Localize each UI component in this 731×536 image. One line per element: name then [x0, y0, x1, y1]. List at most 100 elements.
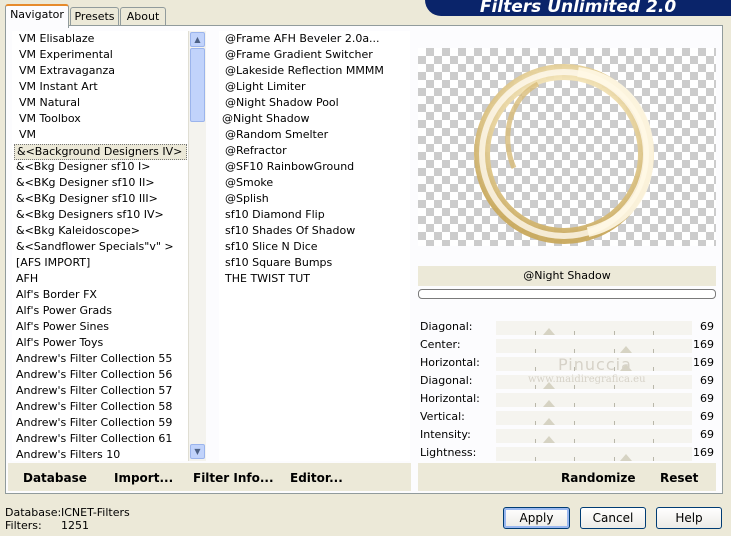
golden-ring-preview [474, 64, 654, 244]
slider-thumb[interactable] [543, 328, 556, 335]
category-item[interactable]: Andrew's Filters 10 [12, 447, 188, 461]
category-item[interactable]: VM Extravaganza [12, 63, 188, 79]
filter-item[interactable]: @Light Limiter [219, 79, 410, 95]
slider-tick [535, 385, 537, 389]
filter-label: sf10 Diamond Flip [225, 208, 325, 221]
category-label: &<Bkg Designer sf10 I> [16, 160, 151, 173]
filter-preview-image [418, 48, 716, 246]
slider-row[interactable]: Center: 169 [418, 337, 716, 355]
filter-item[interactable]: @Frame AFH Beveler 2.0a... [219, 31, 410, 47]
slider-track[interactable] [496, 429, 692, 443]
filter-item[interactable]: @Night Shadow [219, 111, 410, 127]
filter-item[interactable]: sf10 Shades Of Shadow [219, 223, 410, 239]
cancel-button[interactable]: Cancel [580, 507, 646, 529]
slider-thumb[interactable] [543, 400, 556, 407]
slider-tick [613, 331, 615, 335]
category-label: Alf's Power Sines [16, 320, 109, 333]
slider-tick [613, 439, 615, 443]
slider-thumb[interactable] [619, 346, 632, 353]
category-label: &<BKg Designer sf10 II> [16, 176, 155, 189]
category-label: Andrew's Filters 10 [16, 448, 121, 461]
category-item[interactable]: Andrew's Filter Collection 57 [12, 383, 188, 399]
category-label: VM Extravaganza [19, 64, 116, 77]
filter-item[interactable]: @Refractor [219, 143, 410, 159]
category-item[interactable]: VM Toolbox [12, 111, 188, 127]
editor-button[interactable]: Editor... [290, 471, 343, 485]
filter-item[interactable]: sf10 Square Bumps [219, 255, 410, 271]
category-list[interactable]: VM Elisablaze VM Experimental VM Extravaga… [12, 31, 188, 461]
category-item[interactable]: VM Experimental [12, 47, 188, 63]
slider-track[interactable] [496, 411, 692, 425]
filter-item[interactable]: sf10 Diamond Flip [219, 207, 410, 223]
slider-track[interactable] [496, 447, 692, 461]
category-item[interactable]: VM [12, 127, 188, 143]
slider-track[interactable] [496, 339, 692, 353]
category-item[interactable]: Alf's Border FX [12, 287, 188, 303]
category-item[interactable]: &<Bkg Designer sf10 I> [12, 159, 188, 175]
category-item[interactable]: AFH [12, 271, 188, 287]
slider-track[interactable] [496, 393, 692, 407]
category-item[interactable]: Andrew's Filter Collection 55 [12, 351, 188, 367]
category-item[interactable]: [AFS IMPORT] [12, 255, 188, 271]
filter-item[interactable]: @Smoke [219, 175, 410, 191]
category-label: &<Sandflower Specials"v" > [16, 240, 174, 253]
category-item[interactable]: Alf's Power Sines [12, 319, 188, 335]
category-item[interactable]: VM Elisablaze [12, 31, 188, 47]
category-item[interactable]: VM Instant Art [12, 79, 188, 95]
filter-item[interactable]: THE TWIST TUT [219, 271, 410, 287]
filter-item[interactable]: @SF10 RainbowGround [219, 159, 410, 175]
scroll-up-arrow-icon[interactable]: ▲ [190, 32, 205, 47]
category-item[interactable]: Alf's Power Grads [12, 303, 188, 319]
category-item[interactable]: VM Natural [12, 95, 188, 111]
filter-item[interactable]: @Lakeside Reflection MMMM [219, 63, 410, 79]
apply-button[interactable]: Apply [503, 507, 570, 529]
slider-track[interactable] [496, 321, 692, 335]
slider-row[interactable]: Lightness: 169 [418, 445, 716, 463]
slider-tick [535, 403, 537, 407]
tab-about[interactable]: About [120, 7, 166, 26]
category-item[interactable]: Alf's Power Toys [12, 335, 188, 351]
tab-navigator[interactable]: Navigator [5, 4, 69, 28]
filter-list[interactable]: @Frame AFH Beveler 2.0a... @Frame Gradien… [219, 31, 410, 461]
filter-info-button[interactable]: Filter Info... [193, 471, 274, 485]
filter-item[interactable]: @Night Shadow Pool [219, 95, 410, 111]
filter-item[interactable]: @Frame Gradient Switcher [219, 47, 410, 63]
filter-label: @Lakeside Reflection MMMM [225, 64, 384, 77]
reset-button[interactable]: Reset [660, 471, 698, 485]
filter-label: @Refractor [225, 144, 287, 157]
scroll-thumb[interactable] [190, 48, 205, 122]
category-item[interactable]: Andrew's Filter Collection 56 [12, 367, 188, 383]
category-item[interactable]: &<BKg Designer sf10 II> [12, 175, 188, 191]
category-item[interactable]: &<Background Designers IV> [12, 143, 188, 160]
category-item[interactable]: &<Bkg Kaleidoscope> [12, 223, 188, 239]
category-scrollbar[interactable]: ▲ ▼ [188, 31, 206, 461]
slider-tick [613, 349, 615, 353]
category-item[interactable]: &<BKg Designer sf10 III> [12, 191, 188, 207]
slider-row[interactable]: Horizontal: 69 [418, 391, 716, 409]
slider-value: 169 [693, 446, 714, 459]
scroll-down-arrow-icon[interactable]: ▼ [190, 444, 205, 459]
slider-row[interactable]: Intensity: 69 [418, 427, 716, 445]
database-button[interactable]: Database [23, 471, 87, 485]
randomize-button[interactable]: Randomize [561, 471, 635, 485]
filter-label: @Night Shadow Pool [225, 96, 339, 109]
help-button[interactable]: Help [656, 507, 722, 529]
slider-thumb[interactable] [619, 454, 632, 461]
import-button[interactable]: Import... [114, 471, 173, 485]
slider-label: Horizontal: [420, 392, 480, 405]
category-item[interactable]: Andrew's Filter Collection 59 [12, 415, 188, 431]
category-label: Andrew's Filter Collection 55 [16, 352, 173, 365]
filter-item[interactable]: @Splish [219, 191, 410, 207]
slider-thumb[interactable] [543, 436, 556, 443]
slider-thumb[interactable] [543, 418, 556, 425]
category-item[interactable]: &<Sandflower Specials"v" > [12, 239, 188, 255]
tab-presets[interactable]: Presets [70, 7, 119, 26]
category-item[interactable]: Andrew's Filter Collection 58 [12, 399, 188, 415]
category-item[interactable]: &<Bkg Designers sf10 IV> [12, 207, 188, 223]
slider-tick [535, 457, 537, 461]
filter-item[interactable]: @Random Smelter [219, 127, 410, 143]
slider-row[interactable]: Vertical: 69 [418, 409, 716, 427]
filter-item[interactable]: sf10 Slice N Dice [219, 239, 410, 255]
slider-row[interactable]: Diagonal: 69 [418, 319, 716, 337]
category-item[interactable]: Andrew's Filter Collection 61 [12, 431, 188, 447]
